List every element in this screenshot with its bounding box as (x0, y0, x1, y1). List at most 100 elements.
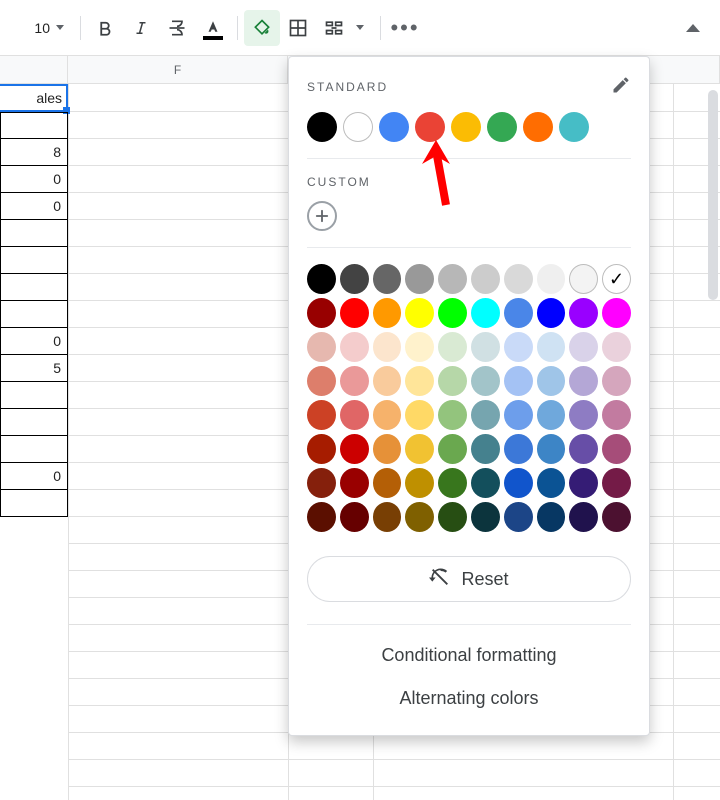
table-cell[interactable] (0, 301, 68, 328)
table-cell[interactable] (0, 112, 68, 139)
chevron-down-icon[interactable] (56, 25, 64, 30)
color-swatch[interactable] (537, 332, 566, 362)
color-swatch[interactable] (569, 332, 598, 362)
color-swatch[interactable] (307, 332, 336, 362)
color-swatch[interactable] (602, 298, 631, 328)
color-swatch[interactable] (569, 434, 598, 464)
table-cell[interactable]: 8 (0, 139, 68, 166)
color-swatch[interactable] (471, 468, 500, 498)
table-cell[interactable] (0, 220, 68, 247)
color-swatch[interactable] (602, 434, 631, 464)
color-swatch[interactable] (451, 112, 481, 142)
color-swatch[interactable] (471, 502, 500, 532)
selected-cell[interactable]: ales (0, 84, 68, 112)
color-swatch[interactable] (569, 264, 598, 294)
color-swatch[interactable] (537, 434, 566, 464)
color-swatch[interactable] (373, 264, 402, 294)
fill-color-button[interactable] (244, 10, 280, 46)
color-swatch[interactable] (307, 502, 336, 532)
color-swatch[interactable] (569, 366, 598, 396)
merge-cells-button[interactable] (316, 10, 352, 46)
table-cell[interactable] (0, 490, 68, 517)
color-swatch[interactable] (405, 332, 434, 362)
conditional-formatting-link[interactable]: Conditional formatting (307, 645, 631, 666)
color-swatch[interactable] (405, 502, 434, 532)
table-cell[interactable] (0, 382, 68, 409)
color-swatch[interactable] (405, 468, 434, 498)
color-swatch[interactable] (504, 264, 533, 294)
table-cell[interactable] (0, 274, 68, 301)
strikethrough-button[interactable] (159, 10, 195, 46)
color-swatch[interactable] (340, 264, 369, 294)
color-swatch[interactable] (343, 112, 373, 142)
color-swatch[interactable] (569, 298, 598, 328)
color-swatch[interactable] (438, 400, 467, 430)
color-swatch[interactable] (559, 112, 589, 142)
borders-button[interactable] (280, 10, 316, 46)
color-swatch[interactable] (307, 264, 336, 294)
italic-button[interactable] (123, 10, 159, 46)
color-swatch[interactable] (471, 332, 500, 362)
table-cell[interactable] (0, 247, 68, 274)
color-swatch[interactable] (373, 434, 402, 464)
alternating-colors-link[interactable]: Alternating colors (307, 688, 631, 709)
column-header[interactable] (0, 56, 68, 83)
color-swatch[interactable] (471, 400, 500, 430)
color-swatch[interactable] (471, 366, 500, 396)
color-swatch[interactable] (307, 434, 336, 464)
color-swatch[interactable] (504, 366, 533, 396)
color-swatch[interactable] (537, 366, 566, 396)
edit-icon[interactable] (611, 75, 631, 98)
color-swatch[interactable] (537, 298, 566, 328)
table-cell[interactable]: 0 (0, 463, 68, 490)
table-cell[interactable] (0, 436, 68, 463)
color-swatch[interactable] (537, 502, 566, 532)
color-swatch[interactable] (373, 468, 402, 498)
color-swatch[interactable] (602, 468, 631, 498)
more-button[interactable]: ••• (387, 10, 423, 46)
table-cell[interactable]: 0 (0, 193, 68, 220)
table-cell[interactable]: 0 (0, 328, 68, 355)
color-swatch[interactable] (537, 264, 566, 294)
color-swatch[interactable] (504, 298, 533, 328)
color-swatch[interactable] (405, 366, 434, 396)
color-swatch[interactable] (307, 468, 336, 498)
color-swatch[interactable] (405, 434, 434, 464)
color-swatch[interactable] (373, 298, 402, 328)
color-swatch[interactable] (471, 434, 500, 464)
color-swatch[interactable] (504, 502, 533, 532)
color-swatch[interactable] (471, 264, 500, 294)
font-size-select[interactable]: 10 (4, 15, 52, 41)
color-swatch[interactable] (569, 468, 598, 498)
color-swatch[interactable] (438, 264, 467, 294)
chevron-up-icon[interactable] (686, 24, 700, 32)
color-swatch[interactable] (373, 400, 402, 430)
add-custom-color-button[interactable] (307, 201, 337, 231)
color-swatch[interactable] (438, 298, 467, 328)
chevron-down-icon[interactable] (356, 25, 364, 30)
color-swatch[interactable] (504, 400, 533, 430)
color-swatch[interactable] (373, 332, 402, 362)
color-swatch[interactable] (405, 264, 434, 294)
color-swatch[interactable] (438, 502, 467, 532)
color-swatch[interactable] (602, 332, 631, 362)
color-swatch[interactable] (438, 468, 467, 498)
text-color-button[interactable] (195, 10, 231, 46)
color-swatch[interactable] (340, 400, 369, 430)
color-swatch[interactable] (373, 502, 402, 532)
color-swatch[interactable] (504, 468, 533, 498)
color-swatch[interactable] (373, 366, 402, 396)
color-swatch[interactable] (602, 366, 631, 396)
color-swatch[interactable] (340, 468, 369, 498)
table-cell[interactable] (0, 409, 68, 436)
column-header-f[interactable]: F (68, 56, 288, 83)
color-swatch[interactable] (405, 400, 434, 430)
color-swatch[interactable] (438, 332, 467, 362)
color-swatch[interactable] (602, 400, 631, 430)
color-swatch[interactable] (471, 298, 500, 328)
color-swatch[interactable] (340, 366, 369, 396)
color-swatch[interactable] (569, 502, 598, 532)
table-cell[interactable]: 0 (0, 166, 68, 193)
color-swatch[interactable] (307, 366, 336, 396)
color-swatch[interactable] (569, 400, 598, 430)
